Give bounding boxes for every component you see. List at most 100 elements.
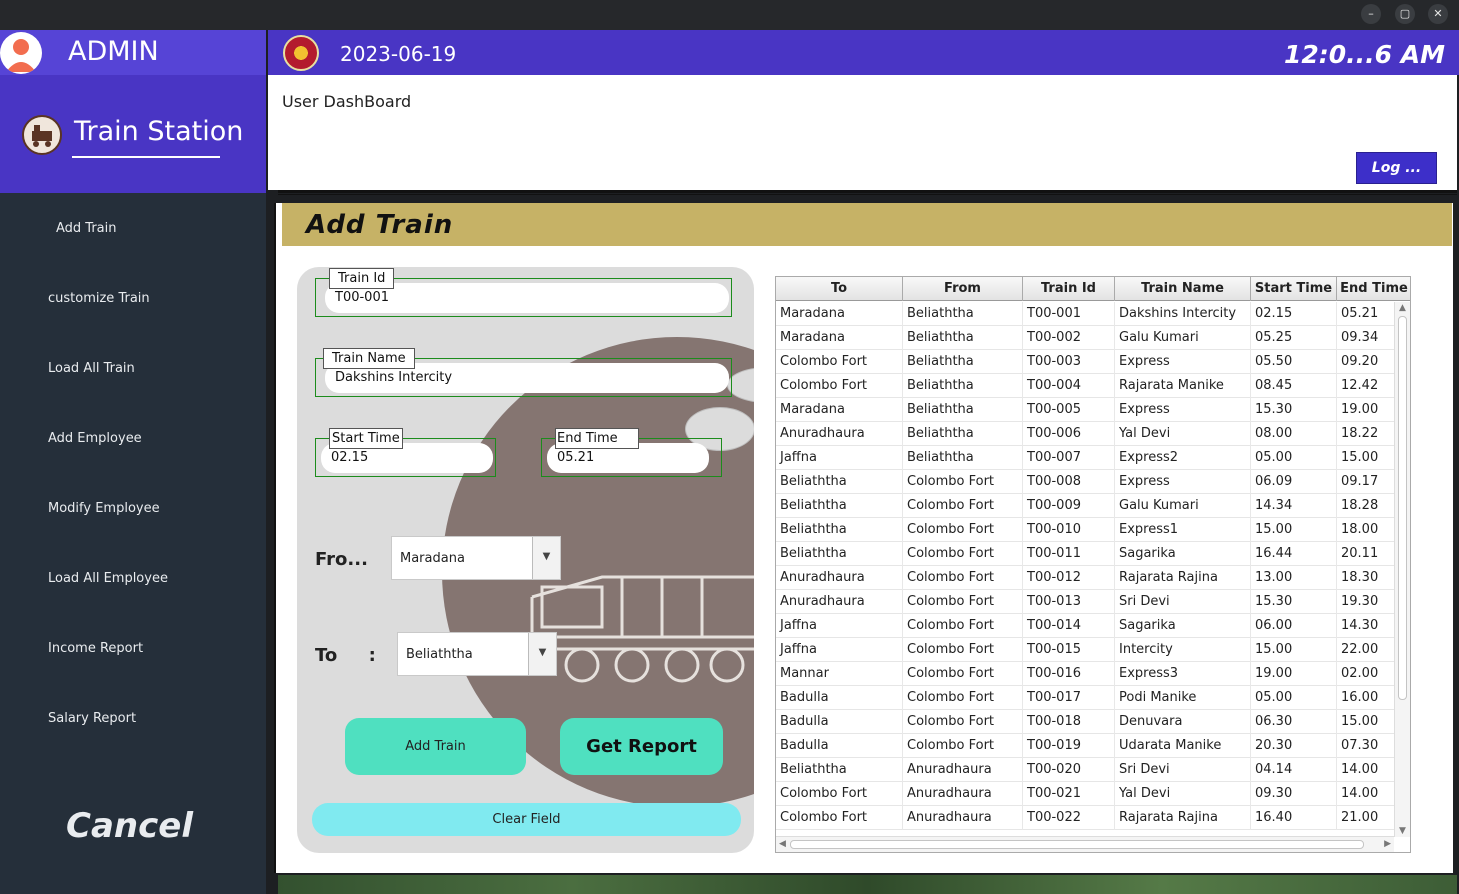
table-cell: Sagarika xyxy=(1115,542,1251,566)
table-header: To From Train Id Train Name Start Time End Ti… xyxy=(776,277,1410,301)
table-cell: T00-021 xyxy=(1023,782,1115,806)
scroll-left-icon[interactable]: ◀ xyxy=(779,839,786,849)
from-select[interactable]: Maradana ▼ xyxy=(391,536,561,580)
table-cell: 05.00 xyxy=(1251,446,1337,470)
nav-income-report[interactable]: Income Report xyxy=(48,641,143,656)
table-cell: T00-008 xyxy=(1023,470,1115,494)
nav-load-all-train[interactable]: Load All Train xyxy=(48,361,135,376)
table-cell: T00-013 xyxy=(1023,590,1115,614)
table-cell: Anuradhaura xyxy=(776,422,903,446)
table-row[interactable]: Anuradhaura Colombo Fort T00-013 Sri Devi 15… xyxy=(776,590,1394,614)
table-cell: T00-014 xyxy=(1023,614,1115,638)
table-row[interactable]: Colombo Fort Beliaththa T00-004 Rajarata Ma… xyxy=(776,374,1394,398)
table-cell: 16.00 xyxy=(1337,686,1394,710)
clear-field-button[interactable]: Clear Field xyxy=(312,803,741,836)
column-header[interactable]: Train Name xyxy=(1115,277,1251,301)
table-cell: 15.00 xyxy=(1251,638,1337,662)
table-cell: Colombo Fort xyxy=(903,686,1023,710)
table-cell: Yal Devi xyxy=(1115,782,1251,806)
table-row[interactable]: Jaffna Beliaththa T00-007 Express2 05.00 15.0… xyxy=(776,446,1394,470)
horizontal-scrollbar[interactable]: ◀ ▶ xyxy=(776,836,1394,852)
table-row[interactable]: Maradana Beliaththa T00-002 Galu Kumari 05.2… xyxy=(776,326,1394,350)
table-row[interactable]: Colombo Fort Beliaththa T00-003 Express 05.5… xyxy=(776,350,1394,374)
admin-bar: ADMIN xyxy=(0,30,266,75)
table-cell: Anuradhaura xyxy=(776,590,903,614)
table-cell: Express3 xyxy=(1115,662,1251,686)
table-row[interactable]: Beliaththa Colombo Fort T00-011 Sagarika 16.… xyxy=(776,542,1394,566)
table-cell: T00-005 xyxy=(1023,398,1115,422)
column-header[interactable]: Start Time xyxy=(1251,277,1337,301)
chevron-down-icon[interactable]: ▼ xyxy=(532,537,560,579)
table-row[interactable]: Maradana Beliaththa T00-005 Express 15.30 19.… xyxy=(776,398,1394,422)
table-cell: 05.21 xyxy=(1337,302,1394,326)
panel-title: Add Train xyxy=(306,210,454,240)
nav-salary-report[interactable]: Salary Report xyxy=(48,711,136,726)
table-row[interactable]: Badulla Colombo Fort T00-017 Podi Manike 05.… xyxy=(776,686,1394,710)
table-cell: Udarata Manike xyxy=(1115,734,1251,758)
nav-modify-employee[interactable]: Modify Employee xyxy=(48,501,160,516)
column-header[interactable]: End Time xyxy=(1337,277,1410,301)
cancel-button[interactable]: Cancel xyxy=(66,806,193,846)
table-cell: 08.45 xyxy=(1251,374,1337,398)
get-report-button[interactable]: Get Report xyxy=(560,718,723,775)
table-body: Maradana Beliaththa T00-001 Dakshins Interc… xyxy=(776,302,1394,837)
table-row[interactable]: Beliaththa Colombo Fort T00-010 Express1 15.… xyxy=(776,518,1394,542)
table-row[interactable]: Colombo Fort Anuradhaura T00-021 Yal Devi 09… xyxy=(776,782,1394,806)
to-select[interactable]: Beliaththa ▼ xyxy=(397,632,557,676)
scroll-up-icon[interactable]: ▲ xyxy=(1399,303,1406,313)
close-icon[interactable]: ✕ xyxy=(1428,4,1448,24)
table-cell: Beliaththa xyxy=(903,302,1023,326)
table-cell: 18.00 xyxy=(1337,518,1394,542)
table-cell: Colombo Fort xyxy=(776,374,903,398)
table-cell: Rajarata Rajina xyxy=(1115,566,1251,590)
add-train-button[interactable]: Add Train xyxy=(345,718,526,775)
table-row[interactable]: Anuradhaura Colombo Fort T00-012 Rajarata R… xyxy=(776,566,1394,590)
table-cell: Colombo Fort xyxy=(776,806,903,830)
table-cell: 06.30 xyxy=(1251,710,1337,734)
table-cell: 09.17 xyxy=(1337,470,1394,494)
table-cell: Dakshins Intercity xyxy=(1115,302,1251,326)
table-row[interactable]: Beliaththa Anuradhaura T00-020 Sri Devi 04.1… xyxy=(776,758,1394,782)
table-row[interactable]: Beliaththa Colombo Fort T00-009 Galu Kumari… xyxy=(776,494,1394,518)
column-header[interactable]: To xyxy=(776,277,903,301)
table-row[interactable]: Badulla Colombo Fort T00-018 Denuvara 06.30 1… xyxy=(776,710,1394,734)
table-row[interactable]: Mannar Colombo Fort T00-016 Express3 19.00 02… xyxy=(776,662,1394,686)
table-cell: Sri Devi xyxy=(1115,590,1251,614)
column-header[interactable]: From xyxy=(903,277,1023,301)
table-cell: T00-020 xyxy=(1023,758,1115,782)
table-row[interactable]: Maradana Beliaththa T00-001 Dakshins Interc… xyxy=(776,302,1394,326)
sidebar: ADMIN Train Station Add Train customize … xyxy=(0,30,266,894)
column-header[interactable]: Train Id xyxy=(1023,277,1115,301)
table-row[interactable]: Beliaththa Colombo Fort T00-008 Express 06.0… xyxy=(776,470,1394,494)
from-select-value: Maradana xyxy=(400,551,465,566)
table-cell: Maradana xyxy=(776,398,903,422)
chevron-down-icon[interactable]: ▼ xyxy=(528,633,556,675)
scroll-down-icon[interactable]: ▼ xyxy=(1399,826,1406,836)
table-row[interactable]: Jaffna Colombo Fort T00-015 Intercity 15.00 2… xyxy=(776,638,1394,662)
nav-customize-train[interactable]: customize Train xyxy=(48,291,150,306)
table-row[interactable]: Anuradhaura Beliaththa T00-006 Yal Devi 08.0… xyxy=(776,422,1394,446)
train-table[interactable]: To From Train Id Train Name Start Time End Ti… xyxy=(775,276,1411,853)
user-avatar-icon xyxy=(0,32,42,74)
table-cell: 05.00 xyxy=(1251,686,1337,710)
table-cell: Galu Kumari xyxy=(1115,326,1251,350)
table-cell: 12.42 xyxy=(1337,374,1394,398)
table-cell: T00-010 xyxy=(1023,518,1115,542)
table-row[interactable]: Jaffna Colombo Fort T00-014 Sagarika 06.00 14… xyxy=(776,614,1394,638)
table-row[interactable]: Colombo Fort Anuradhaura T00-022 Rajarata R… xyxy=(776,806,1394,830)
vertical-scroll-thumb[interactable] xyxy=(1398,316,1407,700)
maximize-icon[interactable]: ▢ xyxy=(1395,4,1415,24)
horizontal-scroll-thumb[interactable] xyxy=(790,840,1364,849)
table-cell: 08.00 xyxy=(1251,422,1337,446)
table-cell: Colombo Fort xyxy=(903,614,1023,638)
table-row[interactable]: Badulla Colombo Fort T00-019 Udarata Manike… xyxy=(776,734,1394,758)
scroll-right-icon[interactable]: ▶ xyxy=(1384,839,1391,849)
log-button[interactable]: Log ... xyxy=(1356,152,1437,184)
nav-add-train[interactable]: Add Train xyxy=(56,221,117,236)
nav-load-all-employee[interactable]: Load All Employee xyxy=(48,571,168,586)
nav-add-employee[interactable]: Add Employee xyxy=(48,431,142,446)
table-cell: Express xyxy=(1115,470,1251,494)
vertical-scrollbar[interactable]: ▲ ▼ xyxy=(1394,302,1410,837)
minimize-icon[interactable]: – xyxy=(1361,4,1381,24)
dashboard-label: User DashBoard xyxy=(282,92,412,111)
